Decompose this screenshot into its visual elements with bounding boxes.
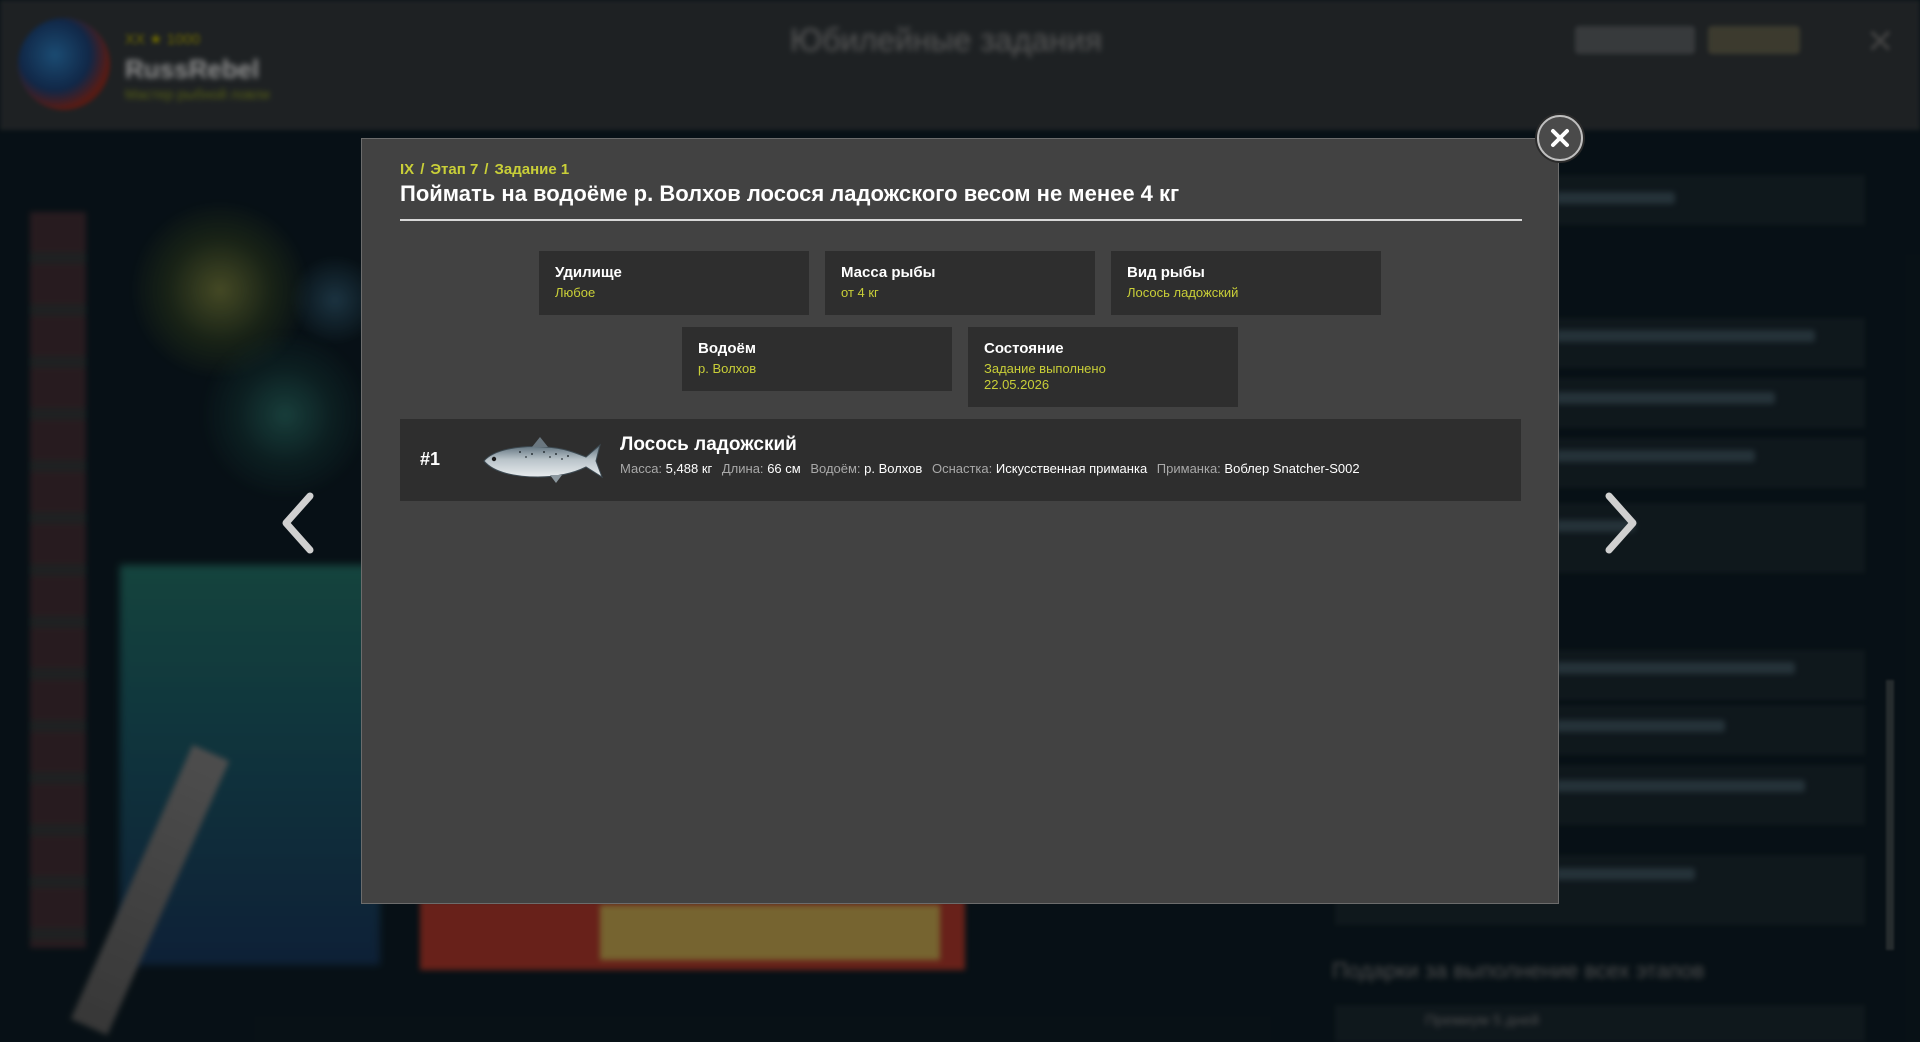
condition-value: р. Волхов [698,361,757,376]
breadcrumb-separator: / [420,161,425,178]
catch-water-value: р. Волхов [864,461,923,476]
task-details-modal: IX / Этап 7 / Задание 1 Поймать на водоё… [361,138,1559,904]
condition-fish-species: Вид рыбы Лосось ладожский [1111,251,1381,315]
breadcrumb-task: Задание 1 [494,161,570,178]
catch-length-label: Длина: [721,461,764,476]
completion-date: 22.05.2026 [984,377,1050,392]
chevron-left-icon [282,492,314,554]
catch-bait-value: Воблер Snatcher-S002 [1224,461,1360,476]
catch-length-value: 66 см [767,461,801,476]
title-divider [400,219,1522,221]
catch-number: #1 [420,449,441,469]
modal-close-button[interactable] [1537,115,1583,161]
catch-row: #1 Лосось ладожский Масса: 5,488 кг Длин… [400,419,1521,501]
catch-mass-value: 5,488 кг [665,461,713,476]
condition-label: Удилище [555,264,622,281]
condition-label: Состояние [984,340,1064,357]
condition-rod: Удилище Любое [539,251,809,315]
condition-value: Любое [555,285,596,300]
salmon-icon [483,437,603,483]
catch-bait-label: Приманка: [1156,461,1221,476]
breadcrumb-stage[interactable]: Этап 7 [430,161,478,178]
task-title: Поймать на водоёме р. Волхов лосося ладо… [400,181,1180,206]
condition-value: Задание выполнено [984,361,1106,376]
catch-water-label: Водоём: [810,461,861,476]
breadcrumb-season[interactable]: IX [400,161,414,178]
catch-details: Масса: 5,488 кг Длина: 66 см Водоём: р. … [620,461,1366,476]
condition-fish-mass: Масса рыбы от 4 кг [825,251,1095,315]
condition-label: Масса рыбы [841,264,936,281]
breadcrumb: IX / Этап 7 / Задание 1 [400,161,569,178]
condition-water-body: Водоём р. Волхов [682,327,952,391]
breadcrumb-separator: / [484,161,489,178]
catch-mass-label: Масса: [620,461,663,476]
next-task-button[interactable] [1597,490,1643,556]
catch-tackle-value: Искусственная приманка [995,461,1148,476]
catch-fish-name: Лосось ладожский [620,434,797,455]
condition-label: Вид рыбы [1127,264,1205,281]
close-icon [1551,129,1569,147]
chevron-right-icon [1605,492,1637,554]
condition-value: Лосось ладожский [1127,285,1239,300]
condition-label: Водоём [698,340,756,357]
condition-state: Состояние Задание выполнено 22.05.2026 [968,327,1238,407]
catch-tackle-label: Оснастка: [931,461,993,476]
previous-task-button[interactable] [276,490,322,556]
condition-value: от 4 кг [841,285,879,300]
